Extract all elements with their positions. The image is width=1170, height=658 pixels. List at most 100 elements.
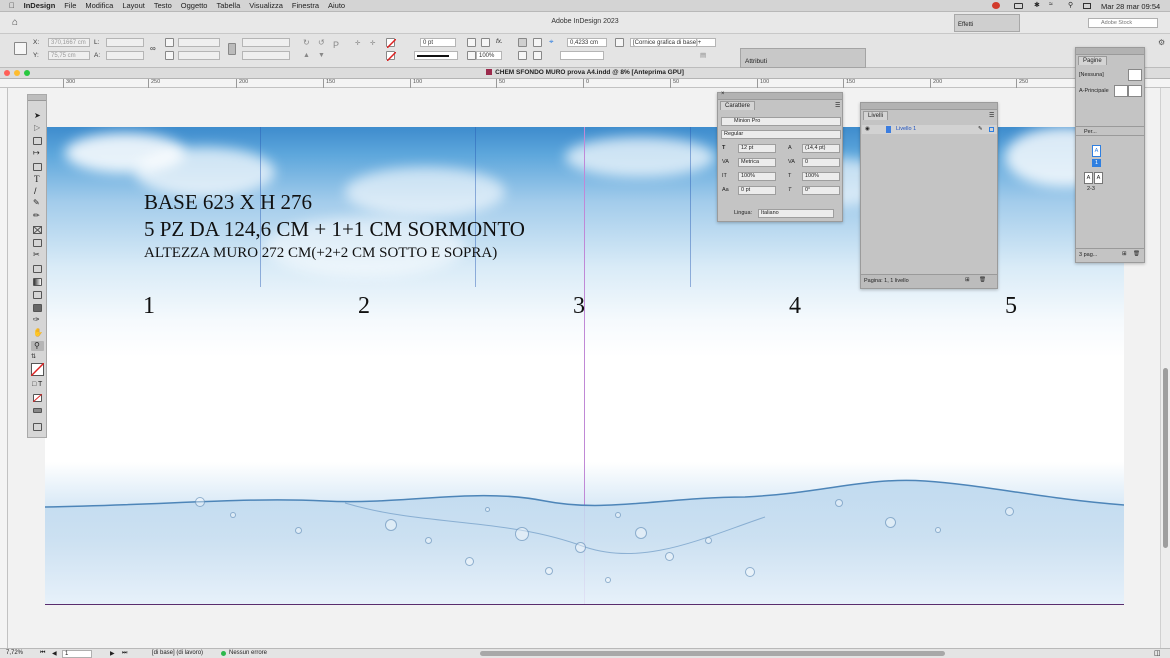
delete-layer-icon[interactable]: 🗑: [979, 277, 986, 283]
language-dropdown[interactable]: Italiano: [758, 209, 834, 218]
pencil-tool-icon[interactable]: ✏: [33, 211, 40, 220]
character-tab[interactable]: Carattere: [720, 101, 756, 110]
panel-menu-icon[interactable]: ☰: [835, 102, 840, 109]
leading-field[interactable]: (14,4 pt): [802, 144, 840, 153]
scale-x-field[interactable]: [178, 38, 220, 47]
new-page-icon[interactable]: ⊞: [1122, 251, 1127, 257]
creative-cloud-icon[interactable]: [992, 2, 1000, 9]
distribute-icon[interactable]: [518, 51, 527, 60]
effects-panel-collapsed[interactable]: Effetti: [954, 14, 1020, 32]
stroke-type-dropdown[interactable]: [414, 51, 458, 60]
rectangle-frame-tool-icon[interactable]: [33, 226, 42, 234]
effects-tab[interactable]: Effetti: [958, 22, 973, 28]
delete-page-icon[interactable]: 🗑: [1133, 251, 1140, 257]
select-container-icon[interactable]: ✛: [355, 39, 360, 47]
control-center-icon[interactable]: [1083, 3, 1091, 9]
free-transform-tool-icon[interactable]: [33, 265, 42, 273]
preflight-status[interactable]: Nessun errore: [229, 650, 267, 656]
layers-tab[interactable]: Livelli: [863, 111, 889, 120]
select-content-icon[interactable]: ✛: [370, 39, 375, 47]
page-1-number[interactable]: 1: [1092, 159, 1101, 167]
attributes-tab[interactable]: Attributi: [745, 58, 767, 65]
type-tool-icon[interactable]: T: [34, 174, 40, 184]
vertical-scale-field[interactable]: 100%: [738, 172, 776, 181]
reference-point-icon[interactable]: [14, 42, 27, 55]
stock-search-input[interactable]: Adobe Stock: [1088, 18, 1158, 28]
preview-mode-icon[interactable]: [33, 423, 42, 431]
panel-number[interactable]: 3: [573, 293, 585, 320]
last-page-icon[interactable]: ⏭: [122, 650, 127, 657]
horizontal-scroll-thumb[interactable]: [480, 651, 945, 656]
gap-tool-icon[interactable]: ↦: [33, 148, 40, 157]
apply-none-icon[interactable]: [33, 394, 42, 402]
path-icon[interactable]: P: [333, 40, 339, 50]
scale-y-icon[interactable]: [165, 51, 174, 60]
master-a[interactable]: A-Principale: [1079, 88, 1109, 94]
bluetooth-icon[interactable]: ✱: [1034, 1, 1040, 9]
zoom-tool-active[interactable]: ⚲: [31, 341, 44, 351]
panel-number[interactable]: 5: [1005, 293, 1017, 320]
pages-tab[interactable]: Pagine: [1078, 56, 1107, 65]
opacity-field[interactable]: 100%: [476, 51, 502, 60]
split-view-icon[interactable]: ◫: [1154, 649, 1161, 657]
page-number-field[interactable]: 1: [62, 650, 92, 658]
object-style-dropdown[interactable]: [Cornice grafica di base]+: [630, 38, 716, 47]
distribute-v-icon[interactable]: [533, 51, 542, 60]
y-position-field[interactable]: 75,75 cm: [48, 51, 90, 60]
corner-options-icon[interactable]: ⌖: [549, 37, 554, 47]
selection-tool-icon[interactable]: ➤: [34, 111, 41, 120]
master-none-thumbnail[interactable]: [1128, 69, 1142, 81]
panel-number[interactable]: 4: [789, 293, 801, 320]
rotate-ccw-icon[interactable]: ↺: [318, 38, 325, 47]
line-tool-icon[interactable]: /: [34, 186, 37, 196]
text-wrap-icon[interactable]: ▤: [700, 51, 706, 59]
master-none[interactable]: [Nessuna]: [1079, 72, 1104, 78]
attributes-panel-collapsed[interactable]: Attributi: [740, 48, 866, 68]
screen-mode-icon[interactable]: [33, 408, 42, 413]
gradient-tool-icon[interactable]: [33, 278, 42, 286]
headline-wall-height[interactable]: ALTEZZA MURO 272 CM(+2+2 CM SOTTO E SOPR…: [144, 245, 497, 262]
display-icon[interactable]: [1014, 3, 1023, 9]
object-style-icon[interactable]: [615, 38, 624, 47]
font-size-field[interactable]: 12 pt: [738, 144, 776, 153]
direct-selection-tool-icon[interactable]: ▷: [34, 123, 40, 132]
rectangle-tool-icon[interactable]: [33, 239, 42, 247]
vertical-ruler[interactable]: [0, 88, 8, 648]
scale-y-field[interactable]: [178, 51, 220, 60]
opacity-icon[interactable]: [467, 51, 476, 60]
panel-number[interactable]: 2: [358, 293, 370, 320]
panel-menu-icon[interactable]: ☰: [989, 112, 994, 119]
scissors-tool-icon[interactable]: ✂: [33, 250, 40, 259]
vertical-scrollbar[interactable]: [1160, 88, 1170, 648]
rotation-field[interactable]: [242, 38, 290, 47]
layer-row[interactable]: ◉ Livello 1 ✎: [862, 125, 997, 134]
menu-finestra[interactable]: Finestra: [292, 1, 319, 10]
swap-fill-stroke-icon[interactable]: ⇅: [31, 353, 36, 360]
headline-pieces[interactable]: 5 PZ DA 124,6 CM + 1+1 CM SORMONTO: [144, 217, 525, 242]
eyedropper-tool-icon[interactable]: ✑: [33, 315, 40, 324]
content-collector-icon[interactable]: [33, 163, 42, 171]
effects-fx-icon[interactable]: fx.: [496, 38, 503, 45]
prev-page-icon[interactable]: ◀: [52, 650, 57, 657]
selection-indicator[interactable]: [989, 127, 994, 132]
stroke-swatch-icon[interactable]: [386, 51, 396, 61]
menu-modifica[interactable]: Modifica: [85, 1, 113, 10]
menu-aiuto[interactable]: Aiuto: [328, 1, 345, 10]
font-family-dropdown[interactable]: Minion Pro: [721, 117, 841, 126]
panel-number[interactable]: 1: [143, 293, 155, 320]
page-size-dropdown[interactable]: Per...: [1084, 129, 1097, 135]
font-style-dropdown[interactable]: Regular: [721, 130, 841, 139]
pen-tool-icon[interactable]: ✎: [33, 198, 40, 207]
pages-panel-header[interactable]: [1076, 48, 1144, 55]
frame-fitting-icon[interactable]: [467, 38, 476, 47]
align-center-icon[interactable]: [533, 38, 542, 47]
headline-base[interactable]: BASE 623 X H 276: [144, 190, 312, 215]
visibility-eye-icon[interactable]: ◉: [865, 126, 870, 132]
flip-vertical-icon[interactable]: ▼: [318, 52, 325, 59]
stroke-weight-field[interactable]: 0 pt: [420, 38, 456, 47]
first-page-icon[interactable]: ⏮: [40, 650, 45, 657]
horizontal-scale-field[interactable]: 100%: [802, 172, 840, 181]
rotate-icon[interactable]: ↻: [303, 38, 310, 47]
apple-icon[interactable]: : [9, 1, 15, 10]
flip-horizontal-icon[interactable]: ▲: [303, 52, 310, 59]
